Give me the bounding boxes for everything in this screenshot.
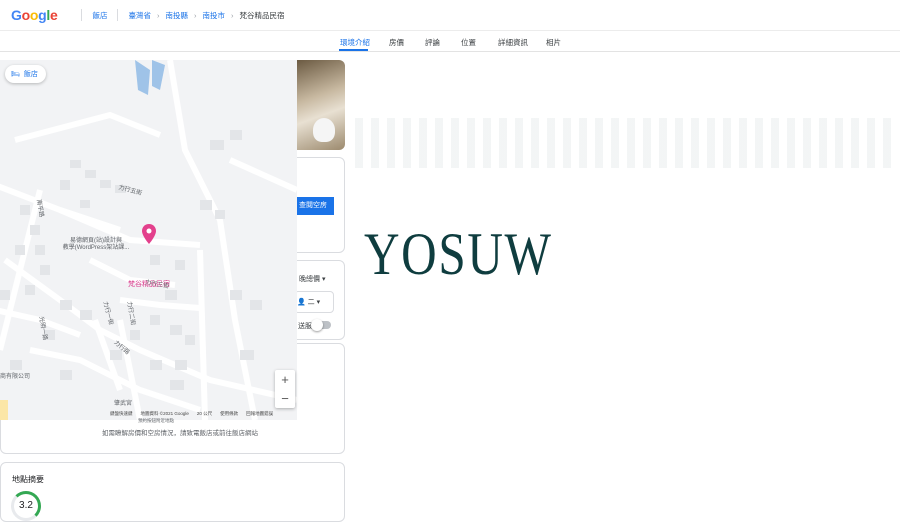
free-cancellation-toggle[interactable]	[311, 319, 331, 331]
map-footer-sub: 預約按鈕附近地點	[138, 418, 174, 423]
location-score: 3.2	[11, 491, 41, 521]
location-summary-title: 地點摘要	[12, 475, 44, 484]
breadcrumb-current: 梵谷精品民宿	[239, 10, 285, 20]
photo-detail	[313, 118, 335, 142]
rates-note: 如需瞭解房價和空房情況，請致電飯店或前往飯店網站	[102, 430, 258, 437]
toggle-label: 送服	[298, 323, 312, 330]
tab-photos[interactable]: 相片	[546, 37, 561, 48]
company-label[interactable]: 商有限公司	[0, 374, 30, 381]
chevron-right-icon: ›	[156, 10, 160, 20]
hotel-pin-icon[interactable]	[142, 224, 156, 244]
zoom-in-button[interactable]: +	[275, 370, 295, 389]
watermark-ghost	[355, 118, 895, 168]
terms-link[interactable]: 使用條款	[220, 411, 238, 417]
chevron-right-icon: ›	[230, 10, 234, 20]
map-scale[interactable]: 20 公尺	[197, 411, 212, 417]
divider	[81, 9, 83, 21]
tab-prices[interactable]: 房價	[389, 37, 404, 48]
price-dropdown[interactable]: 晚總價 ▾	[299, 274, 325, 284]
tab-reviews[interactable]: 評論	[425, 37, 440, 48]
active-tab-indicator	[339, 49, 368, 51]
breadcrumb-city[interactable]: 南投市	[202, 10, 225, 21]
check-availability-button[interactable]: 查閱空房	[297, 197, 334, 215]
map[interactable]: 🛏 飯店 梵谷精品民宿 易德網頁(站)設計與 教學(WordPress架站課..…	[0, 60, 297, 420]
location-summary-card	[0, 462, 345, 522]
tab-details[interactable]: 詳細資訊	[498, 37, 528, 48]
bed-icon: 🛏	[11, 71, 20, 78]
top-bar: Google 飯店 臺灣省 › 南投縣 › 南投市 › 梵谷精品民宿	[0, 0, 900, 31]
tab-overview[interactable]: 環境介紹	[340, 37, 370, 48]
breadcrumb-province[interactable]: 臺灣省	[128, 10, 151, 21]
watermark-logo: YOSUW	[364, 221, 553, 287]
tab-location[interactable]: 位置	[461, 37, 476, 48]
breadcrumb-county[interactable]: 南投縣	[165, 10, 188, 21]
zoom-out-button[interactable]: −	[275, 389, 295, 408]
breadcrumb-hotels[interactable]: 飯店	[92, 10, 107, 21]
zoom-controls: + −	[275, 370, 295, 408]
temple-label[interactable]: 肇武宮	[114, 401, 132, 408]
keyboard-shortcuts-link[interactable]: 鍵盤快速鍵	[110, 411, 133, 417]
hotel-chip-label: 飯店	[23, 71, 38, 78]
breadcrumb: 飯店 臺灣省 › 南投縣 › 南投市 › 梵谷精品民宿	[71, 9, 284, 21]
divider	[117, 9, 119, 21]
chevron-right-icon: ›	[193, 10, 197, 20]
google-logo[interactable]: Google	[11, 7, 58, 23]
report-error-link[interactable]: 回報地圖錯誤	[246, 411, 273, 417]
hotel-filter-chip[interactable]: 🛏 飯店	[5, 65, 46, 83]
tab-bar: 環境介紹 房價 評論 位置 詳細資訊 相片	[0, 31, 900, 52]
poi-label[interactable]: 易德網頁(站)設計與 教學(WordPress架站課...	[56, 238, 136, 252]
guests-value: 👤 二 ▾	[297, 299, 321, 306]
